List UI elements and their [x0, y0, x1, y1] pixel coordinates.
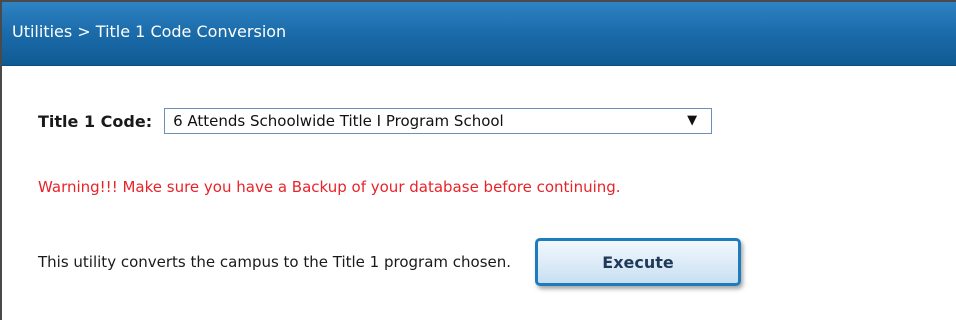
- backup-warning: Warning!!! Make sure you have a Backup o…: [38, 178, 621, 196]
- chevron-down-icon[interactable]: ▼: [687, 113, 697, 128]
- title1-code-row: Title 1 Code: 6 Attends Schoolwide Title…: [38, 108, 713, 134]
- utility-description: This utility converts the campus to the …: [38, 253, 512, 271]
- page-title: Utilities > Title 1 Code Conversion: [12, 22, 287, 41]
- title1-code-selected-value: 6 Attends Schoolwide Title I Program Sch…: [173, 112, 504, 130]
- execute-button[interactable]: Execute: [535, 238, 742, 286]
- panel-header: Utilities > Title 1 Code Conversion: [2, 2, 956, 66]
- title1-code-select[interactable]: 6 Attends Schoolwide Title I Program Sch…: [164, 108, 713, 134]
- utility-panel: Utilities > Title 1 Code Conversion Titl…: [0, 0, 956, 320]
- execute-row: This utility converts the campus to the …: [38, 238, 742, 286]
- title1-code-label: Title 1 Code:: [38, 111, 153, 131]
